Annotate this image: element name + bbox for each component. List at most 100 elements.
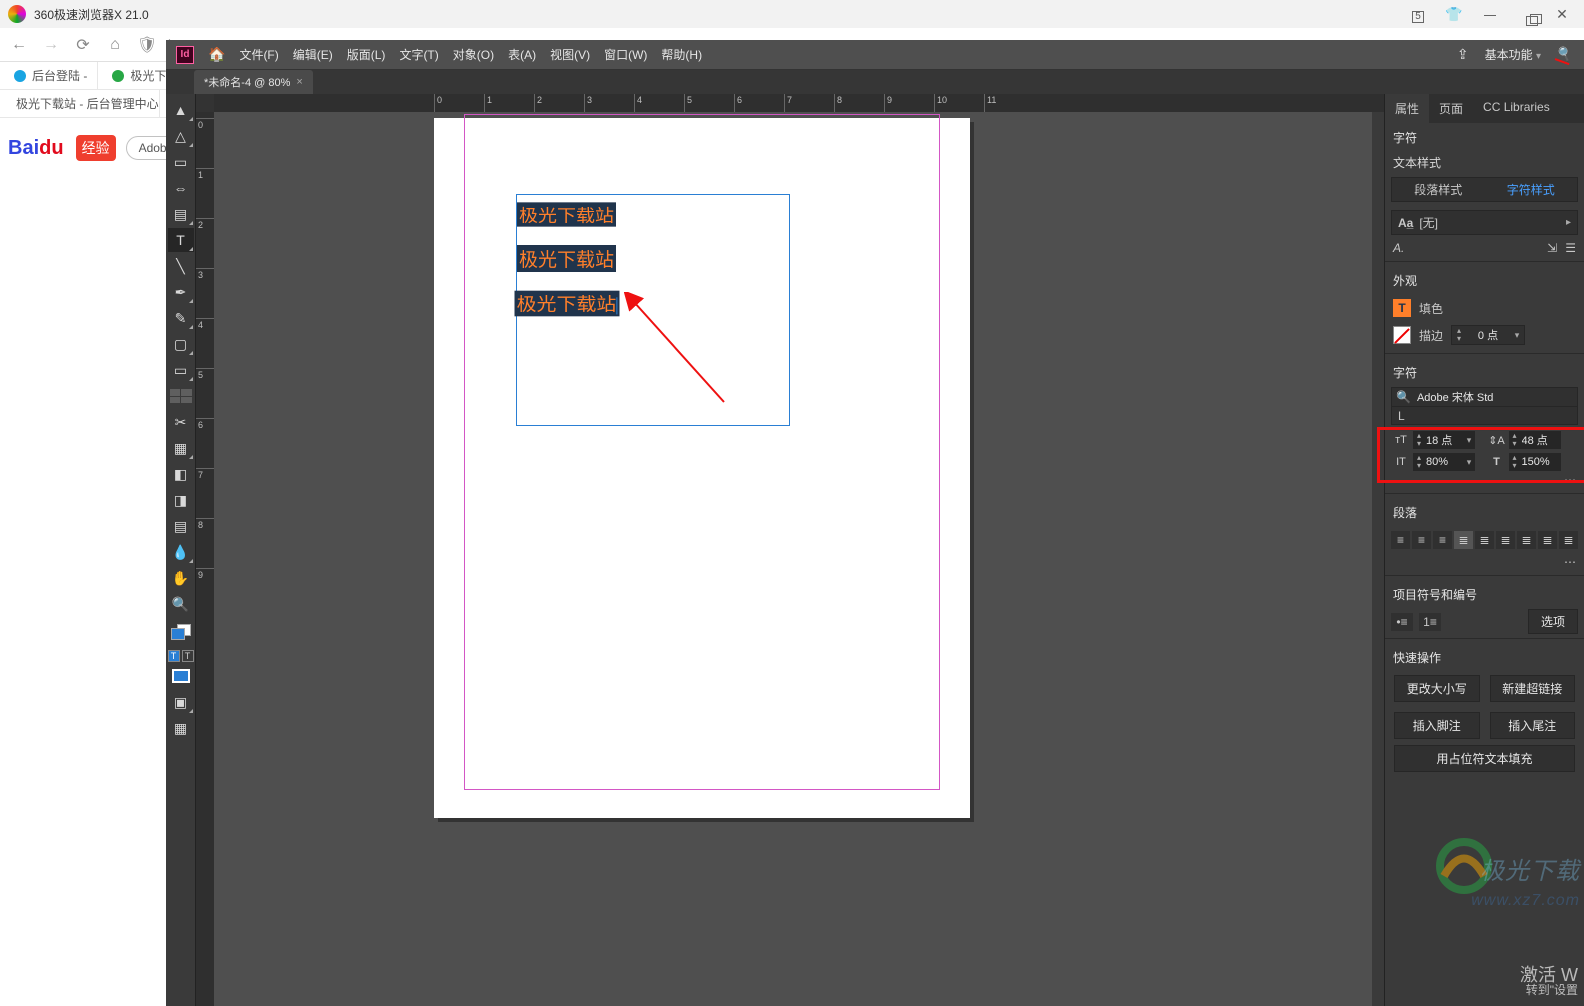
panel-menu-icon[interactable]: ⋯	[1564, 555, 1576, 569]
number-list-icon[interactable]: 1≡	[1419, 613, 1441, 631]
btn-change-case[interactable]: 更改大小写	[1394, 675, 1480, 702]
text-frame[interactable]: 极光下载站 极光下载站 极光下载站	[516, 194, 790, 426]
btn-insert-footnote[interactable]: 插入脚注	[1394, 712, 1480, 739]
btn-fill-placeholder[interactable]: 用占位符文本填充	[1394, 745, 1575, 772]
tool-screen-mode[interactable]: ▣	[168, 690, 194, 714]
tool-type[interactable]: T	[168, 228, 194, 252]
menu-object[interactable]: 对象(O)	[453, 46, 494, 63]
share-icon[interactable]: ⇪	[1457, 46, 1469, 63]
tool-eyedropper[interactable]: 💧	[168, 540, 194, 564]
workspace-mode[interactable]: 基本功能	[1485, 46, 1541, 63]
search-icon[interactable]: 🔍	[1555, 44, 1575, 64]
vertical-ruler[interactable]: 0 1 2 3 4 5 6 7 8 9	[196, 112, 214, 1006]
tool-pencil[interactable]: ✎	[168, 306, 194, 330]
tool-selection[interactable]: ▲	[168, 98, 194, 122]
align-justify[interactable]: ≣	[1454, 531, 1473, 549]
text-line-3[interactable]: 极光下载站	[514, 291, 619, 317]
document-tab[interactable]: *未命名-4 @ 80% ×	[194, 70, 313, 94]
options-button[interactable]: 选项	[1528, 609, 1578, 634]
format-text-icon[interactable]: T	[182, 650, 194, 662]
fill-swatch[interactable]	[1393, 299, 1411, 317]
align-justify-center[interactable]: ≣	[1496, 531, 1515, 549]
tool-line[interactable]: ╲	[168, 254, 194, 278]
tool-zoom[interactable]: 🔍	[168, 592, 194, 616]
tab-char-style[interactable]: 字符样式	[1485, 178, 1578, 201]
collapse-icon[interactable]: ⇲	[1547, 241, 1557, 255]
tool-rectangle[interactable]: ▭	[168, 358, 194, 382]
tab-cc-libraries[interactable]: CC Libraries	[1473, 94, 1560, 123]
align-justify-left[interactable]: ≣	[1475, 531, 1494, 549]
menu-file[interactable]: 文件(F)	[239, 46, 278, 63]
shirt-icon[interactable]: 👕	[1440, 6, 1468, 23]
panel-menu-icon[interactable]: ☰	[1565, 241, 1576, 255]
tool-scissors[interactable]: ✂	[168, 410, 194, 434]
hscale-stepper[interactable]: ▴▾	[1509, 453, 1561, 471]
stroke-weight-input[interactable]	[1466, 328, 1510, 342]
leading-stepper[interactable]: ▴▾	[1509, 431, 1561, 449]
new-style-icon[interactable]: A.	[1393, 241, 1404, 255]
stroke-swatch[interactable]	[1393, 326, 1411, 344]
align-left[interactable]: ≡	[1391, 531, 1410, 549]
tool-gap[interactable]: ⇔	[168, 176, 194, 200]
tool-hand[interactable]: ✋	[168, 566, 194, 590]
document-tab-close[interactable]: ×	[296, 76, 302, 88]
font-family-select[interactable]: 🔍	[1391, 387, 1578, 407]
vertical-scrollbar[interactable]	[1372, 112, 1384, 1006]
vscale-input[interactable]	[1424, 455, 1464, 469]
tool-fill-stroke[interactable]	[171, 624, 191, 642]
nav-reload-icon[interactable]: ⟳	[72, 35, 94, 55]
window-minimize[interactable]	[1476, 6, 1504, 22]
text-line-1[interactable]: 极光下载站	[517, 202, 616, 226]
btn-new-hyperlink[interactable]: 新建超链接	[1490, 675, 1576, 702]
stroke-weight-stepper[interactable]: ▴▾ ▾	[1451, 325, 1525, 345]
tool-grid[interactable]	[168, 384, 194, 408]
bullet-list-icon[interactable]: •≡	[1391, 613, 1413, 631]
menu-window[interactable]: 窗口(W)	[604, 46, 647, 63]
browser-tab-active[interactable]: 极光下载站 - 后台管理中心	[0, 90, 160, 117]
tool-apply-color[interactable]	[168, 664, 194, 688]
tool-direct-select[interactable]: △	[168, 124, 194, 148]
unknown-badge[interactable]: 5	[1404, 6, 1432, 23]
browser-tab-0[interactable]: 后台登陆 -	[4, 62, 98, 89]
horizontal-ruler[interactable]: 0 1 2 3 4 5 6 7 8 9 10 11	[214, 94, 1384, 112]
font-size-stepper[interactable]: ▴▾ ▾	[1413, 431, 1475, 449]
vscale-stepper[interactable]: ▴▾ ▾	[1413, 453, 1475, 471]
home-icon[interactable]: 🏠	[208, 46, 225, 63]
tool-content-collector[interactable]: ▤	[168, 202, 194, 226]
tool-preview-mode[interactable]: ▦	[168, 716, 194, 740]
hscale-input[interactable]	[1520, 455, 1560, 469]
menu-view[interactable]: 视图(V)	[550, 46, 590, 63]
tool-note[interactable]: ▤	[168, 514, 194, 538]
text-line-2[interactable]: 极光下载站	[517, 245, 616, 272]
menu-help[interactable]: 帮助(H)	[661, 46, 702, 63]
nav-home-icon[interactable]: ⌂	[104, 36, 126, 54]
document-canvas[interactable]: 极光下载站 极光下载站 极光下载站	[214, 112, 1372, 1006]
shield-icon[interactable]: 🛡	[136, 35, 158, 55]
tab-properties[interactable]: 属性	[1385, 94, 1429, 123]
menu-edit[interactable]: 编辑(E)	[293, 46, 333, 63]
tool-free-transform[interactable]: ▦	[168, 436, 194, 460]
align-away-spine[interactable]: ≣	[1559, 531, 1578, 549]
align-justify-right[interactable]: ≣	[1517, 531, 1536, 549]
font-family-input[interactable]	[1415, 390, 1573, 404]
font-size-input[interactable]	[1424, 433, 1464, 447]
tab-para-style[interactable]: 段落样式	[1392, 178, 1485, 201]
nav-forward-icon[interactable]: →	[40, 36, 62, 54]
tool-pen[interactable]: ✒	[168, 280, 194, 304]
leading-input[interactable]	[1520, 433, 1560, 447]
menu-type[interactable]: 文字(T)	[399, 46, 438, 63]
align-toward-spine[interactable]: ≣	[1538, 531, 1557, 549]
window-close[interactable]: ✕	[1548, 6, 1576, 23]
align-center[interactable]: ≡	[1412, 531, 1431, 549]
font-style-select[interactable]: L	[1391, 407, 1578, 425]
btn-insert-endnote[interactable]: 插入尾注	[1490, 712, 1576, 739]
char-style-select[interactable]: Aa̲ [无] ▸	[1391, 210, 1578, 235]
tool-page[interactable]: ▭	[168, 150, 194, 174]
align-right[interactable]: ≡	[1433, 531, 1452, 549]
tool-gradient-feather[interactable]: ◨	[168, 488, 194, 512]
nav-back-icon[interactable]: ←	[8, 36, 30, 54]
panel-menu-icon[interactable]: ⋯	[1564, 473, 1576, 487]
menu-layout[interactable]: 版面(L)	[347, 46, 386, 63]
tool-gradient-swatch[interactable]: ◧	[168, 462, 194, 486]
tab-pages[interactable]: 页面	[1429, 94, 1473, 123]
